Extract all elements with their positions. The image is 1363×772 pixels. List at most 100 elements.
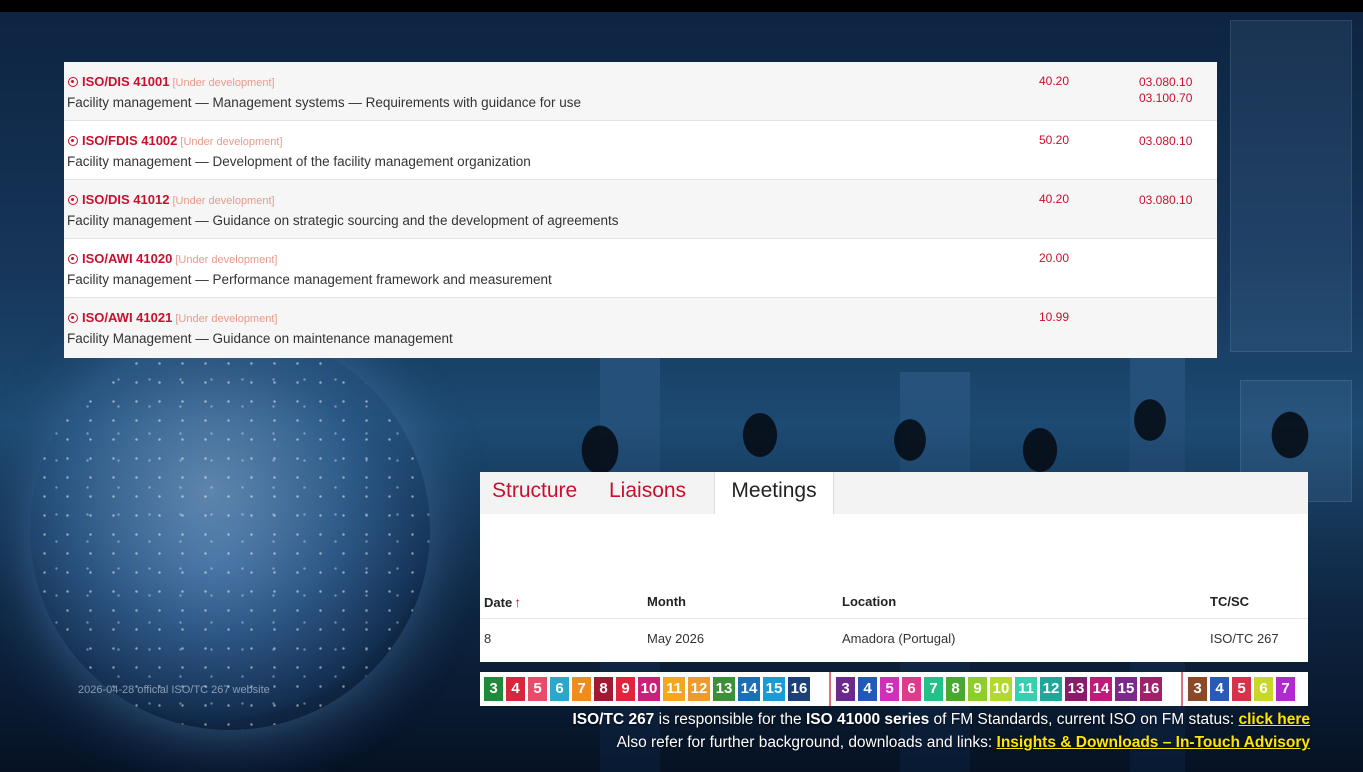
project-ics: 03.080.10	[1139, 133, 1192, 149]
project-code[interactable]: ISO/AWI 41020	[82, 251, 172, 266]
ics-code[interactable]: 03.080.10	[1139, 74, 1192, 90]
number-chip: 14	[1090, 677, 1112, 701]
number-chip: 9	[616, 677, 635, 701]
project-stage[interactable]: 40.20	[1039, 74, 1069, 88]
radio-icon	[68, 254, 78, 264]
slide-date-caption: 2026-04-28 official ISO/TC 267 website	[78, 684, 270, 696]
number-chip: 8	[946, 677, 965, 701]
column-header-month[interactable]: Month	[647, 594, 686, 609]
project-stage[interactable]: 20.00	[1039, 251, 1069, 265]
number-chip: 6	[550, 677, 569, 701]
project-row: ISO/DIS 41001 [Under development] Facilit…	[64, 62, 1217, 121]
project-stage[interactable]: 40.20	[1039, 192, 1069, 206]
meeting-tc-sc: ISO/TC 267	[1210, 631, 1279, 646]
number-chip: 3	[484, 677, 503, 701]
ics-code[interactable]: 03.100.70	[1139, 90, 1192, 106]
project-code[interactable]: ISO/DIS 41012	[82, 192, 169, 207]
sort-ascending-icon[interactable]: ↑	[514, 594, 521, 610]
project-status: [Under development]	[172, 77, 275, 89]
project-reference[interactable]: ISO/DIS 41012 [Under development]	[68, 192, 275, 207]
number-chip: 7	[924, 677, 943, 701]
click-here-link[interactable]: click here	[1238, 711, 1310, 728]
ics-code[interactable]: 03.080.10	[1139, 192, 1192, 208]
meetings-panel: Structure Liaisons Meetings Date ↑ Month …	[480, 472, 1308, 662]
project-row: ISO/AWI 41020 [Under development] Facilit…	[64, 239, 1217, 298]
caption-text: Also refer for further background, downl…	[616, 734, 997, 751]
number-chip: 10	[638, 677, 660, 701]
radio-icon	[68, 136, 78, 146]
number-chip: 4	[1210, 677, 1229, 701]
meetings-table-header: Date ↑ Month Location TC/SC	[480, 586, 1308, 616]
radio-icon	[68, 313, 78, 323]
caption-bold: ISO/TC 267	[572, 711, 655, 728]
project-ics: 03.080.10	[1139, 192, 1192, 208]
divider	[1181, 672, 1183, 706]
number-chip: 8	[594, 677, 613, 701]
slide-caption-line-2: Also refer for further background, downl…	[350, 734, 1310, 752]
number-chip: 9	[968, 677, 987, 701]
number-chip: 7	[572, 677, 591, 701]
number-chip: 5	[528, 677, 547, 701]
project-code[interactable]: ISO/DIS 41001	[82, 74, 169, 89]
tab-meetings[interactable]: Meetings	[714, 472, 834, 514]
radio-icon	[68, 195, 78, 205]
project-code[interactable]: ISO/FDIS 41002	[82, 133, 177, 148]
radio-icon	[68, 77, 78, 87]
column-header-tc-sc[interactable]: TC/SC	[1210, 594, 1249, 609]
project-row: ISO/DIS 41012 [Under development] Facilit…	[64, 180, 1217, 239]
project-reference[interactable]: ISO/AWI 41021 [Under development]	[68, 310, 277, 325]
tab-structure[interactable]: Structure	[492, 472, 577, 514]
project-title: Facility management — Performance manage…	[67, 272, 552, 287]
project-status: [Under development]	[172, 195, 275, 207]
number-chip: 6	[902, 677, 921, 701]
project-status: [Under development]	[180, 136, 283, 148]
column-header-date-label: Date	[484, 595, 513, 610]
number-chip: 5	[1232, 677, 1251, 701]
number-chip: 10	[990, 677, 1012, 701]
number-chip: 3	[1188, 677, 1207, 701]
number-chip: 16	[1140, 677, 1162, 701]
top-frame	[0, 0, 1363, 12]
insights-downloads-link[interactable]: Insights & Downloads – In-Touch Advisory	[997, 734, 1310, 751]
project-ics: 03.080.10 03.100.70	[1139, 74, 1192, 106]
number-chip: 11	[663, 677, 685, 701]
project-stage[interactable]: 50.20	[1039, 133, 1069, 147]
iso-projects-list: ISO/DIS 41001 [Under development] Facilit…	[64, 62, 1217, 358]
ics-code[interactable]: 03.080.10	[1139, 133, 1192, 149]
project-title: Facility management — Development of the…	[67, 154, 531, 169]
project-status: [Under development]	[175, 313, 278, 325]
number-chip: 4	[506, 677, 525, 701]
number-chip: 4	[858, 677, 877, 701]
caption-text: is responsible for the	[654, 711, 806, 728]
number-chip: 7	[1276, 677, 1295, 701]
caption-bold: ISO 41000 series	[805, 711, 930, 728]
tab-bar: Structure Liaisons Meetings	[480, 472, 1308, 514]
project-row: ISO/FDIS 41002 [Under development] Facili…	[64, 121, 1217, 180]
project-reference[interactable]: ISO/DIS 41001 [Under development]	[68, 74, 275, 89]
project-code[interactable]: ISO/AWI 41021	[82, 310, 172, 325]
project-status: [Under development]	[175, 254, 278, 266]
number-chip: 15	[763, 677, 785, 701]
number-chip: 16	[788, 677, 810, 701]
number-chip: 11	[1015, 677, 1037, 701]
column-header-location[interactable]: Location	[842, 594, 896, 609]
table-row: 8 May 2026 Amadora (Portugal) ISO/TC 267	[480, 618, 1308, 657]
number-chip: 12	[688, 677, 710, 701]
meeting-date: 8	[484, 631, 492, 646]
number-chip: 6	[1254, 677, 1273, 701]
column-header-date[interactable]: Date ↑	[484, 594, 521, 610]
project-title: Facility management — Guidance on strate…	[67, 213, 619, 228]
number-chip: 13	[713, 677, 735, 701]
divider	[829, 672, 831, 706]
project-reference[interactable]: ISO/FDIS 41002 [Under development]	[68, 133, 283, 148]
project-row: ISO/AWI 41021 [Under development] Facilit…	[64, 298, 1217, 358]
project-title: Facility Management — Guidance on mainte…	[67, 331, 453, 346]
project-title: Facility management — Management systems…	[67, 95, 581, 110]
number-chip: 3	[836, 677, 855, 701]
tab-liaisons[interactable]: Liaisons	[609, 472, 686, 514]
project-reference[interactable]: ISO/AWI 41020 [Under development]	[68, 251, 277, 266]
number-chip: 14	[738, 677, 760, 701]
window-pane	[1230, 20, 1352, 352]
sdg-number-strip: 3 4 5 6 7 8 9 10 11 12 13 14 15 16 3 4 5 6 7 8 9 10 11 12 13 14 1…	[480, 672, 1308, 706]
project-stage[interactable]: 10.99	[1039, 310, 1069, 324]
